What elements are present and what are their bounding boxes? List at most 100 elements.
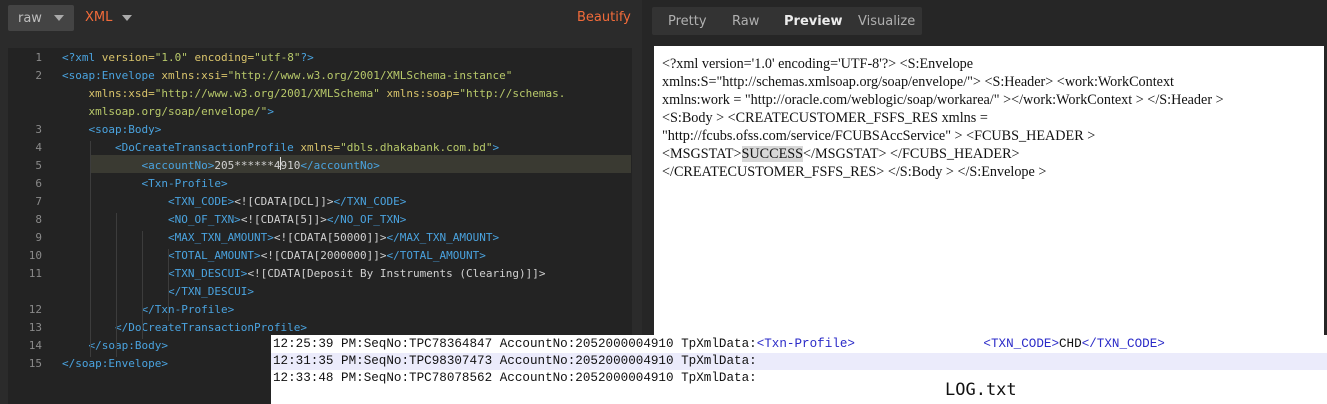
text-cursor — [280, 157, 281, 170]
line-number: 8 — [35, 213, 42, 226]
code-line: <soap:Envelope xmlns:xsi="http://www.w3.… — [62, 69, 512, 82]
log-xml-token: <Txn-Profile> — [756, 337, 855, 351]
chevron-down-icon[interactable] — [122, 15, 132, 21]
preview-line: xmlns:work = "http://oracle.com/weblogic… — [662, 91, 1314, 109]
log-xml-token: <TXN_CODE> — [983, 337, 1059, 351]
code-line: <TOTAL_AMOUNT><![CDATA[2000000]]></TOTAL… — [62, 249, 486, 262]
preview-text: <?xml version='1.0' encoding='UTF-8'?> <… — [662, 56, 974, 72]
line-number: 15 — [28, 357, 42, 370]
code-token: <![CDATA[Deposit By Instruments (Clearin… — [247, 267, 546, 280]
code-token: <![CDATA[5]]> — [240, 213, 327, 226]
log-xml-token: </TXN_CODE> — [1081, 337, 1165, 351]
line-number: 13 — [28, 321, 42, 334]
code-token: xmlns= — [293, 141, 341, 154]
preview-text: <S:Body > <CREATECUSTOMER_FSFS_RES xmlns… — [662, 110, 988, 126]
code-token: <Txn-Profile> — [62, 177, 228, 190]
code-token: <soap:Body> — [62, 123, 162, 136]
response-view-tabs: Pretty Raw Preview Visualize — [652, 7, 922, 35]
line-number: 9 — [35, 231, 42, 244]
chevron-down-icon — [54, 15, 64, 21]
indent-guide — [142, 231, 143, 339]
code-token: <DoCreateTransactionProfile — [62, 141, 294, 154]
log-window: 12:25:39 PM:SeqNo:TPC78364847 AccountNo:… — [271, 335, 1327, 404]
code-line: <DoCreateTransactionProfile xmlns="dbls.… — [62, 141, 499, 154]
log-row-text: 12:25:39 PM:SeqNo:TPC78364847 AccountNo:… — [273, 337, 757, 351]
body-mode-label: raw — [18, 11, 42, 26]
line-number: 14 — [28, 339, 42, 352]
code-line: <Txn-Profile> — [62, 177, 228, 190]
tab-preview[interactable]: Preview — [784, 14, 843, 29]
line-number: 6 — [35, 177, 42, 190]
code-token: "dbls.dhakabank.com.bd" — [340, 141, 493, 154]
code-token: "http://schemas. — [459, 87, 566, 100]
code-token: </MAX_TXN_AMOUNT> — [386, 231, 500, 244]
preview-text: xmlns:work = "http://oracle.com/weblogic… — [662, 92, 1224, 108]
beautify-button[interactable]: Beautify — [577, 10, 631, 25]
log-row-text: 12:31:35 PM:SeqNo:TPC98307473 AccountNo:… — [273, 354, 757, 368]
code-token: "1.0" — [154, 51, 188, 64]
line-number: 2 — [35, 69, 42, 82]
log-title: LOG.txt — [945, 380, 1017, 400]
preview-line: xmlns:S="http://schemas.xmlsoap.org/soap… — [662, 73, 1314, 91]
code-token: 205******4910 — [214, 159, 301, 172]
line-number: 5 — [35, 159, 42, 172]
log-xml-token: CHD — [1059, 337, 1082, 351]
code-token: xmlns:soap= — [379, 87, 460, 100]
code-token: </soap:Envelope> — [62, 357, 168, 370]
log-row[interactable]: 12:31:35 PM:SeqNo:TPC98307473 AccountNo:… — [271, 353, 1327, 370]
code-token: <NO_OF_TXN> — [62, 213, 241, 226]
log-row[interactable]: 12:33:48 PM:SeqNo:TPC78078562 AccountNo:… — [271, 370, 1327, 387]
indent-guide — [90, 141, 91, 357]
preview-text: </CREATECUSTOMER_FSFS_RES> </S:Body > </… — [662, 164, 1047, 180]
code-token: </TOTAL_AMOUNT> — [386, 249, 486, 262]
code-line: <TXN_DESCUI><![CDATA[Deposit By Instrume… — [62, 267, 546, 280]
log-row[interactable]: 12:25:39 PM:SeqNo:TPC78364847 AccountNo:… — [271, 336, 1327, 353]
body-mode-select[interactable]: raw — [8, 5, 74, 31]
code-token: <?xml — [62, 51, 96, 64]
tab-pretty[interactable]: Pretty — [668, 14, 707, 29]
code-token: <![CDATA[50000]]> — [273, 231, 387, 244]
code-token: xmlsoap.org/soap/envelope/" — [62, 105, 268, 118]
code-token: </TXN_CODE> — [333, 195, 407, 208]
code-line: <soap:Body> — [62, 123, 161, 136]
code-token: <TXN_CODE> — [62, 195, 235, 208]
line-number: 3 — [35, 123, 42, 136]
tab-raw[interactable]: Raw — [732, 14, 759, 29]
preview-line: <?xml version='1.0' encoding='UTF-8'?> <… — [662, 55, 1314, 73]
indent-guide — [116, 213, 117, 357]
line-number: 11 — [28, 267, 42, 280]
code-line: <NO_OF_TXN><![CDATA[5]]></NO_OF_TXN> — [62, 213, 406, 226]
code-token: <![CDATA[DCL]]> — [234, 195, 334, 208]
preview-line: <MSGSTAT>SUCCESS</MSGSTAT> </FCUBS_HEADE… — [662, 145, 1314, 163]
code-line: <TXN_CODE><![CDATA[DCL]]></TXN_CODE> — [62, 195, 406, 208]
tab-visualize[interactable]: Visualize — [858, 14, 915, 29]
code-line: </DoCreateTransactionProfile> — [62, 321, 307, 334]
editor-toolbar: raw XML Beautify — [0, 0, 642, 36]
preview-line: </CREATECUSTOMER_FSFS_RES> </S:Body > </… — [662, 163, 1314, 181]
code-token: </NO_OF_TXN> — [326, 213, 407, 226]
line-number: 10 — [28, 249, 42, 262]
code-line: </soap:Body> — [62, 339, 168, 352]
code-token: <TOTAL_AMOUNT> — [62, 249, 261, 262]
code-line: xmlsoap.org/soap/envelope/"> — [62, 105, 273, 118]
preview-line: <S:Body > <CREATECUSTOMER_FSFS_RES xmlns… — [662, 109, 1314, 127]
preview-text: "http://fcubs.ofss.com/service/FCUBSAccS… — [662, 128, 1096, 144]
code-token: </Txn-Profile> — [62, 303, 235, 316]
line-number: 12 — [28, 303, 42, 316]
code-line: <?xml version="1.0" encoding="utf-8"?> — [62, 51, 314, 64]
code-line: </soap:Envelope> — [62, 357, 168, 370]
code-token: xmlns:xsi= — [154, 69, 228, 82]
preview-text: xmlns:S="http://schemas.xmlsoap.org/soap… — [662, 74, 1175, 90]
code-line: xmlns:xsd="http://www.w3.org/2001/XMLSch… — [62, 87, 565, 100]
code-token: <![CDATA[2000000]]> — [260, 249, 387, 262]
code-token: </soap:Body> — [62, 339, 168, 352]
code-token: "http://www.w3.org/2001/XMLSchema" — [154, 87, 380, 100]
preview-text: </MSGSTAT> </FCUBS_HEADER> — [803, 146, 1020, 162]
code-line: </Txn-Profile> — [62, 303, 234, 316]
preview-text: <MSGSTAT> — [662, 146, 742, 162]
line-number: 4 — [35, 141, 42, 154]
language-select[interactable]: XML — [85, 10, 112, 25]
code-token: > — [492, 141, 500, 154]
code-token: encoding= — [187, 51, 255, 64]
preview-line: "http://fcubs.ofss.com/service/FCUBSAccS… — [662, 127, 1314, 145]
